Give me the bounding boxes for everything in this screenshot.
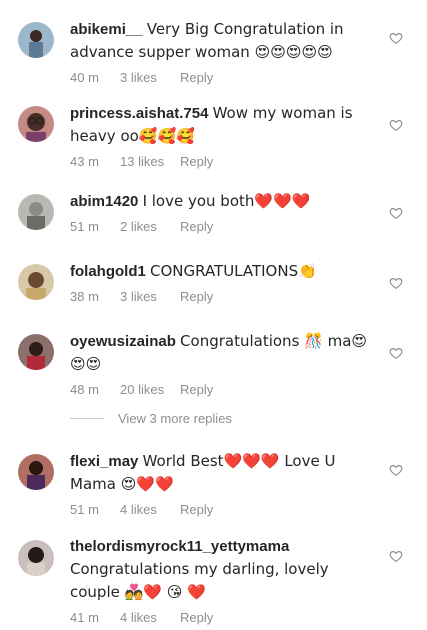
comment-time: 41 m: [70, 610, 99, 625]
comment-username[interactable]: princess.aishat.754: [70, 105, 208, 122]
comment-username[interactable]: folahgold1: [70, 263, 146, 280]
like-heart-icon[interactable]: [389, 346, 403, 360]
avatar[interactable]: [18, 540, 54, 576]
avatar[interactable]: [18, 454, 54, 490]
reply-button[interactable]: Reply: [180, 219, 213, 234]
avatar[interactable]: [18, 264, 54, 300]
avatar[interactable]: [18, 106, 54, 142]
comment-likes[interactable]: 3 likes: [120, 289, 180, 304]
comment-text: I love you both❤️❤️❤️: [142, 192, 311, 210]
view-more-replies-label[interactable]: View 3 more replies: [118, 411, 232, 426]
reply-button[interactable]: Reply: [180, 154, 213, 169]
avatar[interactable]: [18, 22, 54, 58]
view-more-replies[interactable]: View 3 more replies: [70, 411, 232, 426]
comment-content: abikemi__ Very Big Congratulation in adv…: [70, 18, 370, 85]
comment-text: Congratulations my darling, lovely coupl…: [70, 560, 329, 601]
comment-likes[interactable]: 3 likes: [120, 70, 180, 85]
comment-time: 51 m: [70, 219, 99, 234]
comment-likes[interactable]: 4 likes: [120, 502, 180, 517]
comment-username[interactable]: oyewusizainab: [70, 333, 176, 350]
reply-button[interactable]: Reply: [180, 382, 213, 397]
like-heart-icon[interactable]: [389, 463, 403, 477]
like-heart-icon[interactable]: [389, 206, 403, 220]
reply-button[interactable]: Reply: [180, 289, 213, 304]
comment-content: flexi_may World Best❤️❤️❤️ Love U Mama 😍…: [70, 450, 370, 517]
comment-username[interactable]: thelordismyrock11_yettymama: [70, 538, 289, 555]
like-heart-icon[interactable]: [389, 549, 403, 563]
comment-likes[interactable]: 20 likes: [120, 382, 180, 397]
like-heart-icon[interactable]: [389, 276, 403, 290]
comment-likes[interactable]: 4 likes: [120, 610, 180, 625]
comment-content: princess.aishat.754 Wow my woman is heav…: [70, 102, 370, 169]
comment-time: 38 m: [70, 289, 99, 304]
comment-username[interactable]: abim1420: [70, 193, 138, 210]
comment-content: folahgold1 CONGRATULATIONS👏 38 m 3 likes…: [70, 260, 370, 304]
comment-content: oyewusizainab Congratulations 🎊 ma😍😍😍 48…: [70, 330, 370, 397]
like-heart-icon[interactable]: [389, 118, 403, 132]
comment-content: thelordismyrock11_yettymama Congratulati…: [70, 536, 370, 625]
comment-likes[interactable]: 2 likes: [120, 219, 180, 234]
reply-button[interactable]: Reply: [180, 502, 213, 517]
comment-content: abim1420 I love you both❤️❤️❤️ 51 m 2 li…: [70, 190, 370, 234]
comment-time: 48 m: [70, 382, 99, 397]
comment-time: 43 m: [70, 154, 99, 169]
avatar[interactable]: [18, 334, 54, 370]
comment-username[interactable]: abikemi__: [70, 21, 143, 38]
comment-time: 40 m: [70, 70, 99, 85]
comment-likes[interactable]: 13 likes: [120, 154, 180, 169]
avatar[interactable]: [18, 194, 54, 230]
divider-line: [70, 418, 104, 419]
like-heart-icon[interactable]: [389, 31, 403, 45]
reply-button[interactable]: Reply: [180, 610, 213, 625]
comment-time: 51 m: [70, 502, 99, 517]
reply-button[interactable]: Reply: [180, 70, 213, 85]
comment-username[interactable]: flexi_may: [70, 453, 138, 470]
comment-text: CONGRATULATIONS👏: [150, 262, 317, 280]
